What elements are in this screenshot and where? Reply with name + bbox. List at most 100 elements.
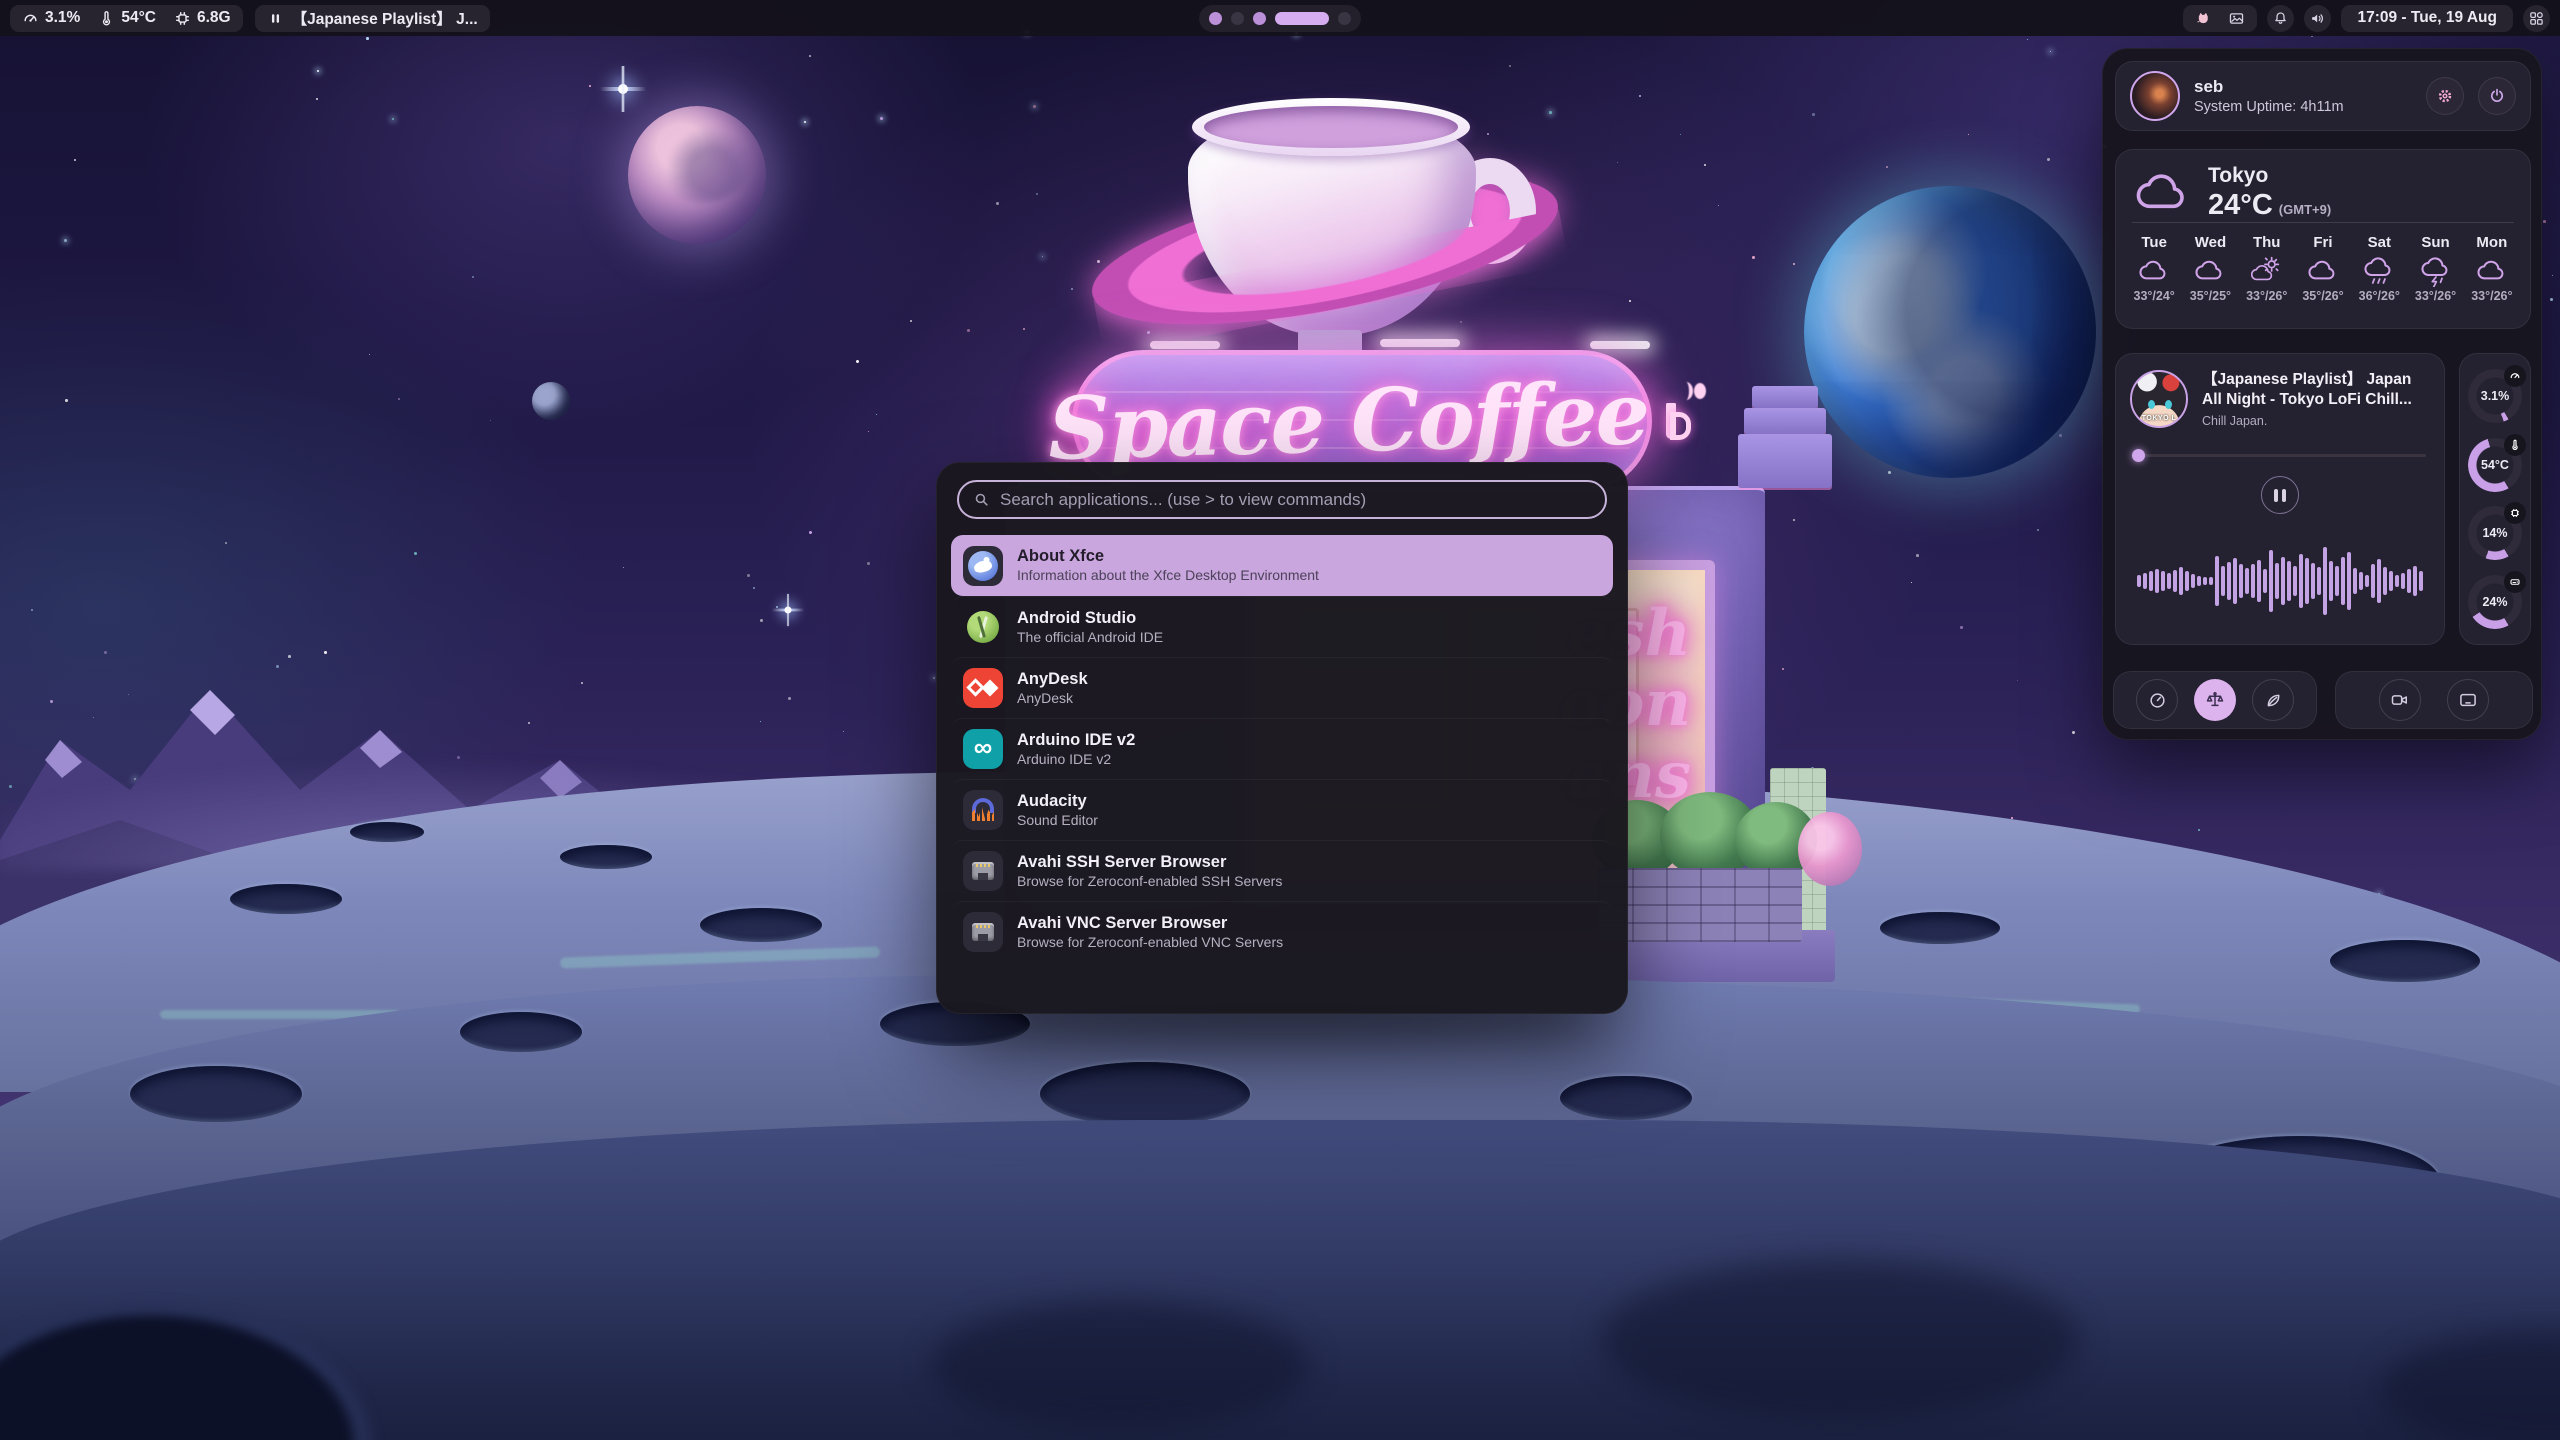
crater: [1560, 1076, 1692, 1120]
system-gauges-card: 3.1% 54°C 14% 24%: [2459, 353, 2531, 645]
screenshot-icon: [2458, 690, 2478, 710]
play-pause-button[interactable]: [2261, 476, 2299, 514]
roof-tower-step: [1744, 408, 1826, 434]
settings-button[interactable]: [2426, 77, 2464, 115]
forecast-weather-icon: [2363, 255, 2395, 287]
app-title: Avahi VNC Server Browser: [1017, 913, 1283, 934]
volume-button[interactable]: [2304, 5, 2331, 32]
app-launcher: About Xfce Information about the Xfce De…: [936, 462, 1628, 1014]
weather-cloud-icon: [2134, 164, 2192, 222]
temperature-stat: 54°C: [98, 9, 156, 27]
side-panel: seb System Uptime: 4h11m Tokyo 24°C (GMT…: [2102, 48, 2542, 740]
top-bar: 3.1% 54°C 6.8G 【Japanese Playlist】 J...: [0, 0, 2560, 36]
small-moon: [532, 382, 570, 420]
arduino-icon: ∞: [963, 729, 1003, 769]
workspace-dot[interactable]: [1253, 12, 1266, 25]
weather-card: Tokyo 24°C (GMT+9) Tue 33°/24° Wed: [2115, 149, 2531, 329]
app-desc: Browse for Zeroconf-enabled SSH Servers: [1017, 873, 1282, 891]
workspace-dot[interactable]: [1338, 12, 1351, 25]
workspace-dot[interactable]: [1231, 12, 1244, 25]
brick-planter: [1598, 868, 1802, 942]
forecast-weather-icon: [2251, 255, 2283, 287]
system-stats-pill[interactable]: 3.1% 54°C 6.8G: [10, 5, 243, 32]
balanced-mode-button[interactable]: [2194, 679, 2236, 721]
avatar[interactable]: [2130, 71, 2180, 121]
app-desc: Browse for Zeroconf-enabled VNC Servers: [1017, 934, 1283, 952]
forecast-weather-icon: [2194, 255, 2226, 287]
app-row-about-xfce[interactable]: About Xfce Information about the Xfce De…: [951, 535, 1613, 596]
app-row-avahi-vnc[interactable]: Avahi VNC Server Browser Browse for Zero…: [951, 901, 1613, 962]
forecast-day: Fri 35°/26°: [2295, 234, 2351, 303]
forecast-weather-icon: [2420, 255, 2452, 287]
crater: [1600, 1260, 2080, 1420]
memory-gauge: 14%: [2468, 506, 2522, 560]
screen-record-button[interactable]: [2379, 679, 2421, 721]
clock-pill[interactable]: 17:09 - Tue, 19 Aug: [2341, 5, 2513, 32]
wallpaper-icon[interactable]: [2228, 10, 2245, 27]
notifications-bell-icon: [2272, 10, 2289, 27]
screenshot-button[interactable]: [2447, 679, 2489, 721]
neon-cup-icon: [1666, 403, 1676, 439]
app-row-audacity[interactable]: Audacity Sound Editor: [951, 779, 1613, 840]
disk-gauge: 24%: [2468, 575, 2522, 629]
settings-gear-icon: [2436, 87, 2454, 105]
forecast-weather-icon: [2476, 255, 2508, 287]
cpu-usage-stat: 3.1%: [22, 9, 80, 27]
forecast-day: Sat 36°/26°: [2351, 234, 2407, 303]
app-title: About Xfce: [1017, 546, 1319, 567]
album-art-caption: TOKYO L: [2132, 415, 2186, 422]
capture-group: [2335, 671, 2533, 729]
bright-star-flare: [600, 66, 646, 112]
app-title: Avahi SSH Server Browser: [1017, 852, 1282, 873]
app-row-arduino[interactable]: ∞ Arduino IDE v2 Arduino IDE v2: [951, 718, 1613, 779]
forecast-day: Wed 35°/25°: [2182, 234, 2238, 303]
search-input[interactable]: [1000, 490, 1591, 510]
roof-tower-step: [1752, 386, 1818, 408]
performance-mode-button[interactable]: [2136, 679, 2178, 721]
network-port-icon: [963, 912, 1003, 952]
powersave-mode-button[interactable]: [2252, 679, 2294, 721]
user-name: seb: [2194, 77, 2412, 97]
app-title: Arduino IDE v2: [1017, 730, 1135, 751]
forecast-day: Tue 33°/24°: [2126, 234, 2182, 303]
track-artist: Chill Japan.: [2202, 414, 2267, 428]
clock-text: 17:09 - Tue, 19 Aug: [2357, 9, 2497, 27]
workspace-switcher[interactable]: [1199, 5, 1361, 32]
roof-light: [1150, 341, 1220, 349]
app-title: Android Studio: [1017, 608, 1163, 629]
cpu-usage-value: 3.1%: [45, 9, 80, 27]
crater: [560, 845, 652, 869]
forecast-day: Sun 33°/26°: [2407, 234, 2463, 303]
progress-bar[interactable]: [2134, 454, 2426, 457]
tray-utilities-pill[interactable]: [2183, 5, 2257, 32]
cup-rim: [1192, 98, 1470, 156]
progress-handle[interactable]: [2132, 449, 2145, 462]
workspace-dot[interactable]: [1275, 12, 1329, 25]
crater: [930, 1300, 1310, 1430]
launcher-search[interactable]: [957, 480, 1607, 519]
app-desc: The official Android IDE: [1017, 629, 1163, 647]
notifications-button[interactable]: [2267, 5, 2294, 32]
chip-icon: [2504, 502, 2526, 524]
forecast-weather-icon: [2307, 255, 2339, 287]
disk-icon: [2504, 571, 2526, 593]
app-grid-button[interactable]: [2523, 5, 2550, 32]
app-desc: Arduino IDE v2: [1017, 751, 1135, 769]
crater: [1040, 1062, 1250, 1126]
thermometer-icon: [2504, 434, 2526, 456]
now-playing-label: 【Japanese Playlist】 J...: [292, 7, 478, 29]
forecast-day: Thu 33°/26°: [2239, 234, 2295, 303]
app-title: AnyDesk: [1017, 669, 1088, 690]
runcat-icon[interactable]: [2195, 10, 2212, 27]
gauge-icon: [22, 10, 39, 27]
workspace-dot[interactable]: [1209, 12, 1222, 25]
memory-stat: 6.8G: [174, 9, 231, 27]
app-row-avahi-ssh[interactable]: Avahi SSH Server Browser Browse for Zero…: [951, 840, 1613, 901]
album-art[interactable]: TOKYO L: [2130, 370, 2188, 428]
audio-visualizer: [2126, 529, 2434, 633]
app-row-android-studio[interactable]: Android Studio The official Android IDE: [951, 596, 1613, 657]
app-row-anydesk[interactable]: AnyDesk AnyDesk: [951, 657, 1613, 718]
now-playing-pill[interactable]: 【Japanese Playlist】 J...: [255, 5, 490, 32]
crater: [700, 908, 822, 942]
power-button[interactable]: [2478, 77, 2516, 115]
